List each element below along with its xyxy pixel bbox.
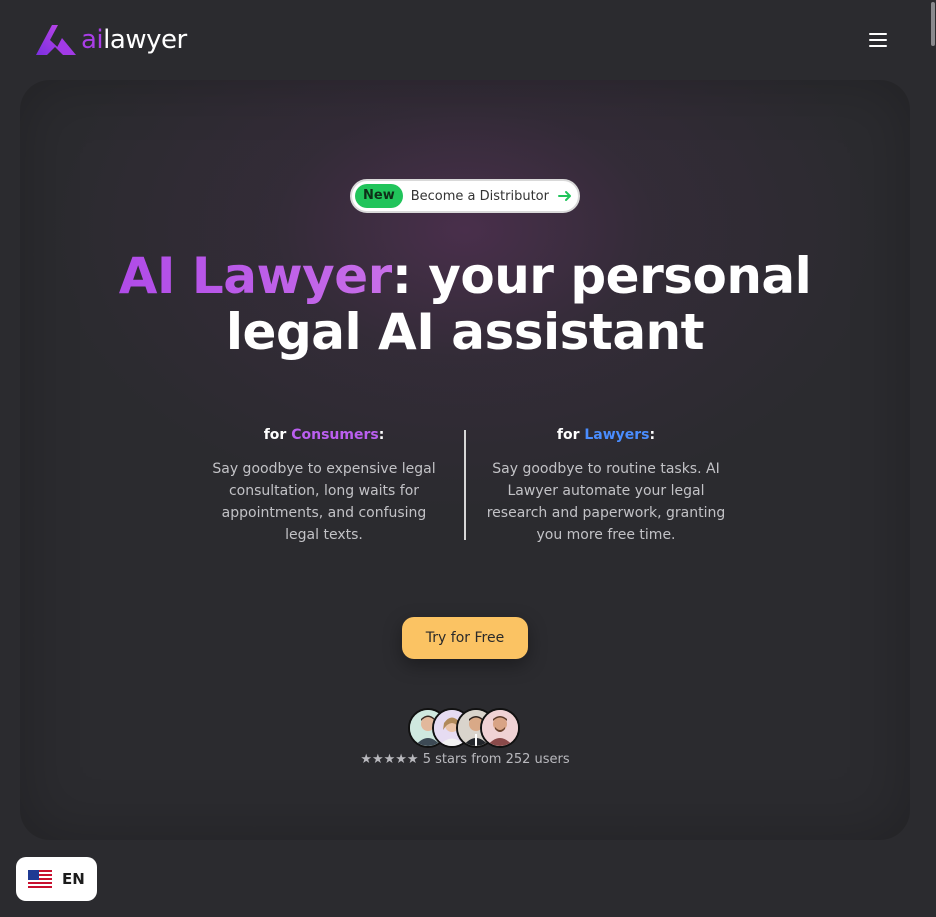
- distributor-label: Become a Distributor: [410, 188, 549, 204]
- logo-lawyer-text: lawyer: [103, 25, 187, 55]
- scrollbar-thumb[interactable]: [931, 2, 935, 46]
- logo-wordmark: ailawyer: [81, 27, 187, 53]
- lawyers-title: for Lawyers:: [486, 424, 726, 446]
- scrollbar[interactable]: [930, 0, 936, 917]
- hero-section: New Become a Distributor AI Lawyer: your…: [0, 80, 930, 917]
- page-title: AI Lawyer: your personal legal AI assist…: [60, 248, 870, 360]
- page: ailawyer New Become a Distributor AI Law…: [0, 0, 936, 917]
- lawyers-highlight: Lawyers: [584, 427, 650, 443]
- logo-ai-text: ai: [81, 25, 104, 55]
- consumers-highlight: Consumers: [291, 427, 379, 443]
- logo[interactable]: ailawyer: [35, 20, 187, 60]
- become-distributor-link[interactable]: New Become a Distributor: [350, 179, 580, 213]
- lawyers-prefix: for: [556, 427, 585, 443]
- header: ailawyer: [0, 0, 930, 80]
- rating-text: ★★★★★ 5 stars from 252 users: [360, 752, 570, 767]
- new-badge: New: [355, 184, 403, 208]
- lawyers-suffix: :: [649, 427, 656, 443]
- lawyers-column: for Lawyers: Say goodbye to routine task…: [486, 424, 726, 546]
- arrow-right-icon: [557, 191, 571, 201]
- headline-accent: AI Lawyer: [118, 247, 393, 305]
- avatar: [480, 708, 520, 748]
- language-label: EN: [62, 870, 85, 888]
- us-flag-icon: [28, 870, 52, 888]
- user-avatar-icon: [482, 710, 518, 746]
- menu-line: [869, 33, 887, 35]
- hamburger-menu-icon[interactable]: [862, 26, 894, 54]
- menu-line: [869, 45, 887, 47]
- lawyers-description: Say goodbye to routine tasks. AI Lawyer …: [486, 461, 726, 543]
- logo-mark-icon: [36, 25, 76, 55]
- consumers-title: for Consumers:: [204, 424, 444, 446]
- consumers-suffix: :: [378, 427, 385, 443]
- menu-line: [869, 39, 887, 41]
- consumers-description: Say goodbye to expensive legal consultat…: [212, 461, 436, 543]
- column-divider: [464, 430, 466, 540]
- language-selector[interactable]: EN: [16, 857, 97, 901]
- consumers-prefix: for: [263, 427, 292, 443]
- consumers-column: for Consumers: Say goodbye to expensive …: [204, 424, 444, 546]
- try-for-free-button[interactable]: Try for Free: [402, 617, 528, 659]
